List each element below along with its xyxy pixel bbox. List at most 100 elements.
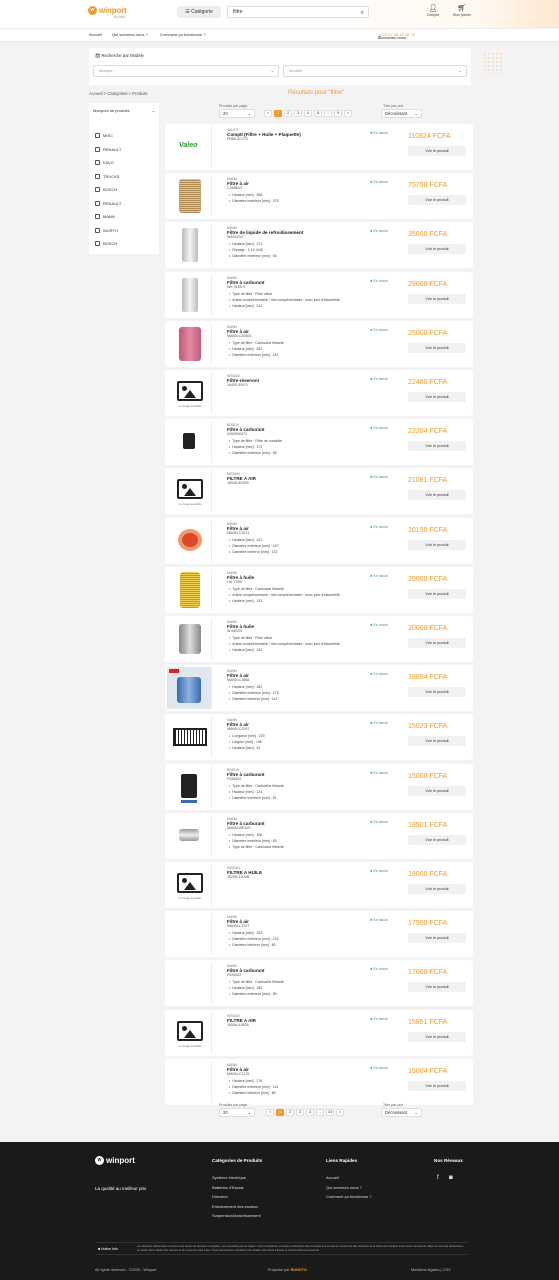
instagram-icon[interactable]: ◙ [449,1175,453,1181]
product-card[interactable]: MANNFiltre à carburantMANN-WK820Hauteur … [165,812,473,859]
product-image[interactable] [167,273,212,316]
page-button[interactable]: 5 [314,110,322,117]
product-image[interactable]: no image available [167,470,212,513]
footer-category-link[interactable]: Direction [212,1194,228,1199]
product-image[interactable] [167,175,212,218]
next-page-button[interactable]: > [344,110,352,117]
checkbox[interactable] [95,133,100,138]
product-title[interactable]: Filtre à carburant [227,772,347,777]
footer-quick-link[interactable]: Qui sommes-nous ? [326,1185,362,1190]
brand-checkbox-item[interactable]: TRUCKS [95,173,119,179]
product-title[interactable]: Filtre de liquide de refroidissement [227,230,347,235]
view-product-button[interactable]: Voir le produit [408,441,466,452]
prev-page-button[interactable]: < [264,110,272,117]
brand-checkbox-item[interactable]: MANN [95,214,115,219]
view-product-button[interactable]: Voir le produit [408,342,466,353]
checkbox[interactable] [95,160,100,165]
view-product-button[interactable]: Voir le produit [408,293,466,304]
product-image[interactable] [167,913,212,956]
product-image[interactable]: no image available [167,372,212,414]
view-product-button[interactable]: Voir le produit [408,1031,466,1042]
winport-logo[interactable]: w winport by cfao [88,6,127,19]
footer-quick-link[interactable]: Accueil [326,1175,339,1180]
product-card[interactable]: MANNFiltre à airMANN-C2297Longueur [mm] … [165,714,473,761]
prev-page-button[interactable]: < [266,1109,274,1116]
product-card[interactable]: MANNFiltre à airMANN-C20500Type de filtr… [165,320,473,367]
product-card[interactable]: MANNFiltre à carburantWK 9165 XType de f… [165,271,473,318]
product-card[interactable]: MANNFiltre à airMANN-C1337Hauteur [mm] :… [165,911,473,958]
product-card[interactable]: MANN Filtre de liquide de refroidissement… [165,222,473,269]
product-image[interactable] [167,618,212,660]
view-product-button[interactable]: Voir le produit [408,736,466,747]
page-button[interactable]: 2 [284,110,292,117]
view-product-button[interactable]: Voir le produit [408,834,466,845]
page-button[interactable]: 14 [326,1109,334,1116]
page-button[interactable]: 9 [334,110,342,117]
checkbox[interactable] [95,241,100,246]
product-card[interactable]: MANNFiltre à huileHU 719/6Type de filtre… [165,566,473,613]
checkbox[interactable] [95,187,100,192]
product-card[interactable]: Valeo VALEO Comptl (Filtre + Huile + Plaqu… [165,124,473,170]
product-card[interactable]: MANNFiltre à carburantF026402Type de fil… [165,960,473,1007]
footer-category-link[interactable]: Suspension/Amortissement [212,1213,261,1218]
product-image[interactable] [167,421,212,464]
page-button[interactable]: 4 [304,110,312,117]
footer-category-link[interactable]: Batteries d'Essais [212,1185,244,1190]
product-image[interactable] [167,1060,212,1103]
product-image[interactable] [167,519,212,562]
product-title[interactable]: Filtre à huile [227,575,347,580]
page-button[interactable]: 2 [286,1109,294,1116]
view-product-button[interactable]: Voir le produit [408,1080,466,1091]
per-page-select[interactable]: 20 ⌄ [219,109,255,118]
product-card[interactable]: no image available NISSAN FILTRE A AIR 1654… [165,1009,473,1056]
page-button[interactable]: ... [324,110,332,117]
product-card[interactable]: MANNFiltre à airMANN-C1176Hauteur [mm] :… [165,1058,473,1105]
view-product-button[interactable]: Voir le produit [408,244,466,255]
view-product-button[interactable]: Voir le produit [408,146,466,156]
product-image[interactable]: no image available [167,864,212,906]
product-card[interactable]: no image available NISSAN Filtre-réservoir… [165,370,473,416]
footer-logo[interactable]: w winport [95,1156,135,1165]
product-title[interactable]: Filtre à air [227,181,347,186]
product-card[interactable]: no image available NISSAN FILTRE A HUILE 15… [165,862,473,908]
product-title[interactable]: Filtre à carburant [227,968,347,973]
product-card[interactable]: MANNFiltre à airMANN-C1571Hauteur [mm] :… [165,517,473,564]
account-button[interactable]: 👤︎ Compte [423,5,443,17]
page-button[interactable]: 4 [306,1109,314,1116]
product-image[interactable]: no image available [167,1011,212,1054]
cart-button[interactable]: 🛒︎ Mon panier [452,5,472,17]
product-image[interactable] [167,814,212,857]
product-card[interactable]: BOSCHFiltre à carburant0450906374Type de… [165,419,473,466]
breadcrumb[interactable]: Accueil > Catégories > Produits [89,91,148,96]
product-image[interactable] [167,568,212,611]
product-card[interactable]: MANNFiltre à airC25860/7Hauteur [mm] : 3… [165,173,473,220]
product-card[interactable]: no image available NISSAN FILTRE A AIR 1654… [165,468,473,515]
product-image[interactable]: Valeo [167,126,212,168]
sort-select-bottom[interactable]: Décroissant ⌄ [381,1108,422,1117]
brand-checkbox-item[interactable]: BOSCH [95,241,117,246]
search-icon[interactable]: ⌕ [361,8,364,18]
facebook-icon[interactable]: f [437,1175,439,1181]
search-input[interactable]: filtre ⌕ [227,6,369,18]
product-image[interactable] [167,716,212,759]
product-card[interactable]: MANNFiltre à airMANN-C1868Hauteur [mm] :… [165,665,473,712]
page-button[interactable]: 1 [274,110,282,117]
footer-category-link[interactable]: Système électrique [212,1175,246,1180]
powered-by-link[interactable]: RUNOTO [291,1268,307,1272]
view-product-button[interactable]: Voir le produit [408,195,466,206]
footer-category-link[interactable]: Entraînement des essieux [212,1204,258,1209]
product-card[interactable]: MANNFiltre à huileW 940/25Type de filtre… [165,616,473,662]
brand-select[interactable]: Marque ⌄ [93,65,279,77]
page-button[interactable]: 1 [276,1109,284,1116]
nav-item-home[interactable]: Accueil [89,32,102,37]
brand-checkbox-item[interactable]: RENAULT [95,200,121,206]
view-product-button[interactable]: Voir le produit [408,982,466,993]
model-select[interactable]: Modèle ⌄ [283,65,467,77]
footer-quick-link[interactable]: Comment ça fonctionne ? [326,1194,372,1199]
product-image[interactable] [167,667,212,710]
category-button[interactable]: ☰ Catégorie [177,6,221,18]
checkbox[interactable] [95,146,100,152]
next-page-button[interactable]: > [336,1109,344,1116]
legal-links[interactable]: Mentions légales | CGV [411,1268,451,1272]
view-product-button[interactable]: Voir le produit [408,588,466,599]
